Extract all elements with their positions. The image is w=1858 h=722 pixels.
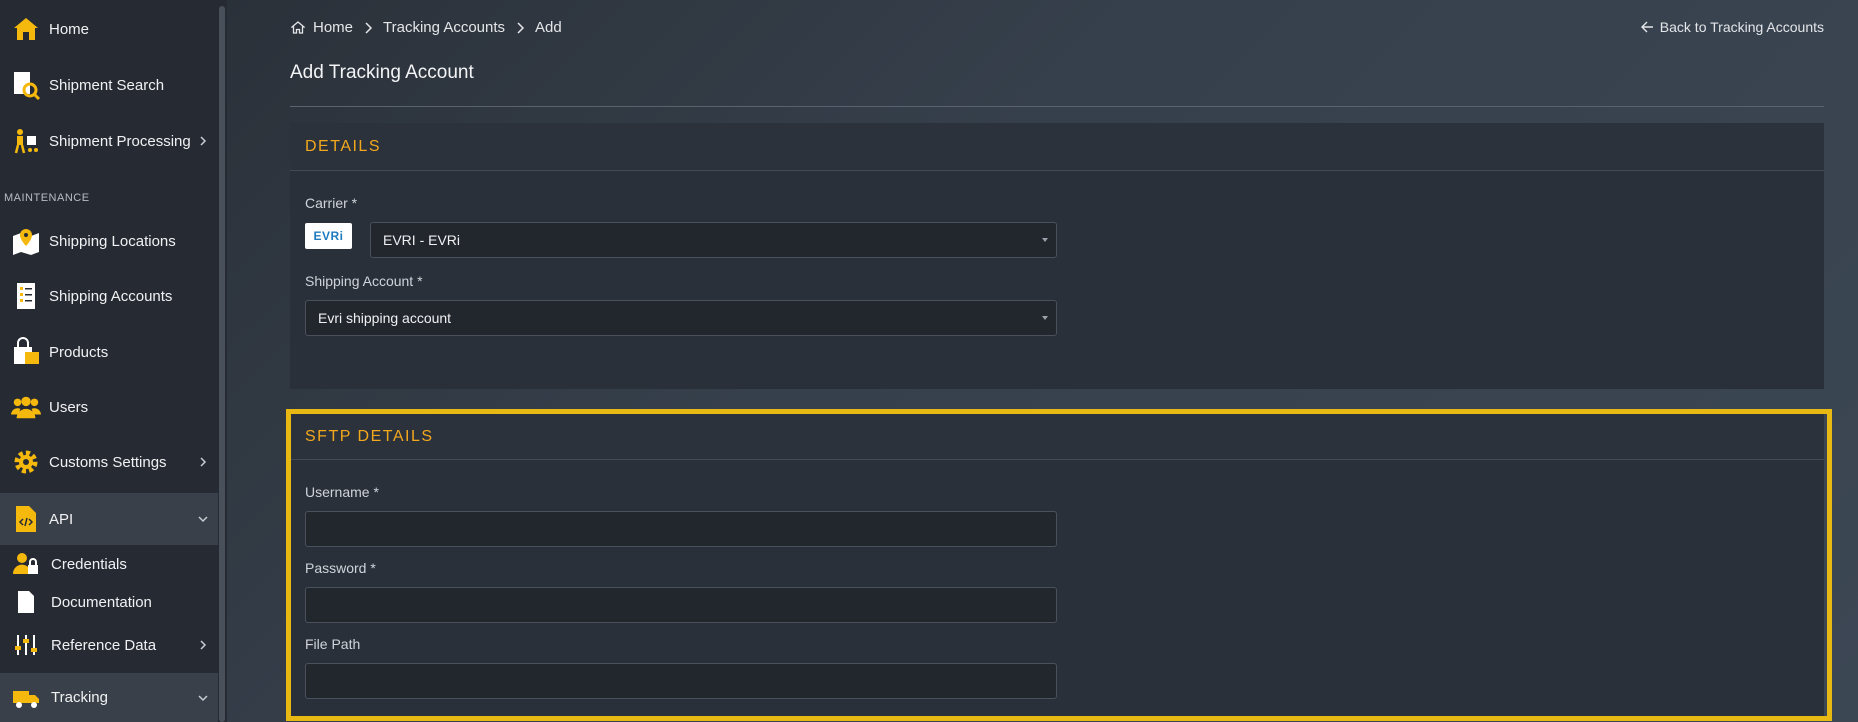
sidebar-item-users[interactable]: Users — [0, 382, 218, 432]
chevron-right-icon — [200, 136, 207, 146]
chevron-down-icon — [198, 694, 208, 701]
sidebar-item-shipping-accounts[interactable]: Shipping Accounts — [0, 271, 218, 321]
chevron-right-icon — [200, 640, 207, 650]
shipping-account-select[interactable]: Evri shipping account — [305, 300, 1057, 336]
sidebar-item-tracking[interactable]: Tracking — [0, 673, 218, 722]
sidebar-item-shipment-search[interactable]: Shipment Search — [0, 60, 218, 110]
file-path-input[interactable] — [305, 663, 1057, 699]
home-icon — [11, 14, 41, 44]
sidebar-item-home[interactable]: Home — [0, 4, 218, 54]
sidebar-item-credentials[interactable]: Credentials — [0, 545, 218, 583]
truck-icon — [11, 683, 41, 713]
sidebar-item-label: Reference Data — [51, 636, 157, 654]
sidebar-item-label: Users — [49, 398, 89, 416]
carrier-select[interactable]: EVRI - EVRi — [370, 222, 1057, 258]
sidebar-item-label: Customs Settings — [49, 453, 167, 471]
dropdown-arrow-icon — [1042, 238, 1048, 242]
sidebar-item-label: API — [49, 510, 74, 528]
sidebar-item-label: Products — [49, 343, 109, 361]
gear-icon — [11, 447, 41, 477]
sidebar-item-label: Shipment Search — [49, 76, 165, 94]
map-pin-icon — [11, 226, 41, 256]
sidebar-item-api[interactable]: API — [0, 493, 218, 545]
page-title: Add Tracking Account — [290, 62, 474, 83]
shopping-bag-icon — [11, 337, 41, 367]
chevron-right-icon — [365, 21, 373, 34]
section-label-maintenance: MAINTENANCE — [4, 192, 90, 204]
breadcrumb-current: Add — [535, 19, 562, 36]
sidebar-item-label: Shipment Processing — [49, 132, 191, 150]
sidebar-item-label: Shipping Locations — [49, 232, 176, 250]
sftp-panel: SFTP DETAILS Username * Password * File … — [290, 414, 1824, 716]
shipping-account-label: Shipping Account * — [305, 273, 423, 289]
file-path-label: File Path — [305, 636, 361, 652]
sftp-header: SFTP DETAILS — [290, 414, 1824, 460]
code-file-icon — [11, 504, 41, 534]
back-link-label: Back to Tracking Accounts — [1659, 19, 1824, 35]
sidebar-item-documentation[interactable]: Documentation — [0, 583, 218, 621]
sidebar-scrollbar[interactable] — [219, 6, 225, 722]
sidebar-item-shipment-processing[interactable]: Shipment Processing — [0, 116, 218, 166]
title-divider — [290, 106, 1824, 107]
username-label: Username * — [305, 484, 379, 500]
user-lock-icon — [11, 549, 41, 579]
worker-cart-icon — [11, 126, 41, 156]
list-icon — [11, 281, 41, 311]
sidebar-item-shipping-locations[interactable]: Shipping Locations — [0, 216, 218, 266]
sliders-icon — [11, 630, 41, 660]
chevron-down-icon — [198, 516, 208, 523]
breadcrumb-home[interactable]: Home — [291, 19, 353, 36]
sidebar-item-reference-data[interactable]: Reference Data — [0, 621, 218, 669]
breadcrumb-home-label: Home — [313, 19, 354, 36]
users-icon — [11, 392, 41, 422]
details-header: DETAILS — [290, 123, 1824, 171]
back-to-tracking-accounts-link[interactable]: Back to Tracking Accounts — [1640, 19, 1824, 35]
file-icon — [11, 587, 41, 617]
username-input[interactable] — [305, 511, 1057, 547]
home-icon — [291, 21, 305, 34]
password-label: Password * — [305, 560, 376, 576]
sidebar-item-customs-settings[interactable]: Customs Settings — [0, 437, 218, 487]
carrier-select-value: EVRI - EVRi — [383, 232, 461, 248]
arrow-left-icon — [1640, 21, 1653, 33]
carrier-label: Carrier * — [305, 195, 358, 211]
carrier-logo-text: EVRi — [313, 229, 344, 243]
sidebar-item-label: Credentials — [51, 555, 127, 573]
sidebar-item-label: Shipping Accounts — [49, 287, 173, 305]
dropdown-arrow-icon — [1042, 316, 1048, 320]
sidebar-item-label: Home — [49, 20, 90, 38]
sidebar-item-products[interactable]: Products — [0, 327, 218, 377]
chevron-right-icon — [517, 21, 525, 34]
sidebar: Home Shipment Search Shipment Processing… — [0, 0, 227, 722]
shipping-account-select-value: Evri shipping account — [318, 310, 452, 326]
breadcrumb: Home Tracking Accounts Add — [291, 19, 562, 36]
password-input[interactable] — [305, 587, 1057, 623]
sidebar-item-label: Documentation — [51, 593, 152, 611]
sidebar-item-label: Tracking — [51, 689, 108, 706]
carrier-logo: EVRi — [305, 223, 352, 249]
chevron-right-icon — [200, 457, 207, 467]
breadcrumb-tracking-accounts[interactable]: Tracking Accounts — [383, 19, 505, 36]
document-search-icon — [11, 70, 41, 100]
details-panel: DETAILS Carrier * EVRi EVRI - EVRi Shipp… — [290, 123, 1824, 389]
